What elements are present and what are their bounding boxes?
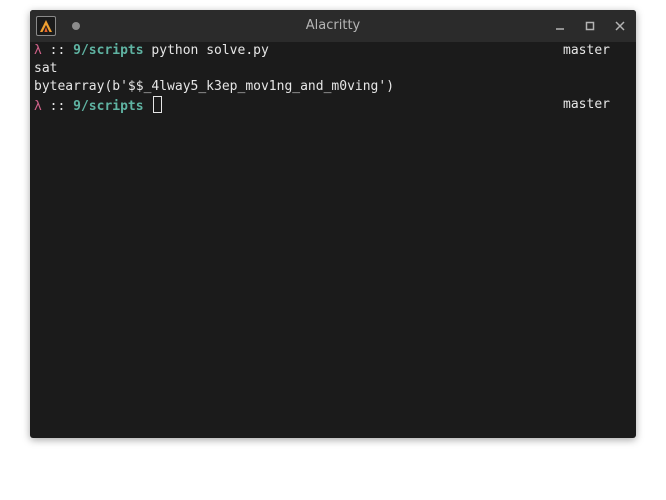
terminal-output[interactable]: λ :: 9/scripts python solve.py master sa…: [34, 42, 632, 434]
command-input[interactable]: [144, 99, 152, 114]
text-cursor: [153, 96, 163, 113]
git-branch: master: [563, 43, 610, 58]
minimize-button[interactable]: [552, 18, 568, 34]
prompt-separator: ::: [41, 99, 74, 114]
prompt-separator: ::: [41, 43, 74, 58]
maximize-icon: [585, 21, 595, 31]
prompt-line: λ :: 9/scripts: [34, 96, 163, 114]
minimize-icon: [556, 28, 564, 30]
terminal-window: Alacritty λ :: 9/scripts python solve.py…: [30, 10, 636, 438]
output-line: bytearray(b'$$_4lway5_k3ep_mov1ng_and_m0…: [34, 79, 395, 94]
prompt-lambda: λ: [34, 99, 42, 114]
window-title: Alacritty: [305, 18, 361, 33]
close-button[interactable]: [612, 18, 628, 34]
maximize-button[interactable]: [582, 18, 598, 34]
close-icon: [615, 21, 625, 31]
title-bar[interactable]: Alacritty: [30, 10, 636, 42]
command-text: python solve.py: [143, 43, 269, 58]
output-line: sat: [34, 61, 58, 76]
git-branch: master: [563, 97, 610, 112]
prompt-line: λ :: 9/scripts python solve.py: [34, 42, 269, 60]
prompt-directory: 9/scripts: [73, 43, 144, 58]
prompt-lambda: λ: [34, 43, 42, 58]
prompt-directory: 9/scripts: [73, 99, 144, 114]
